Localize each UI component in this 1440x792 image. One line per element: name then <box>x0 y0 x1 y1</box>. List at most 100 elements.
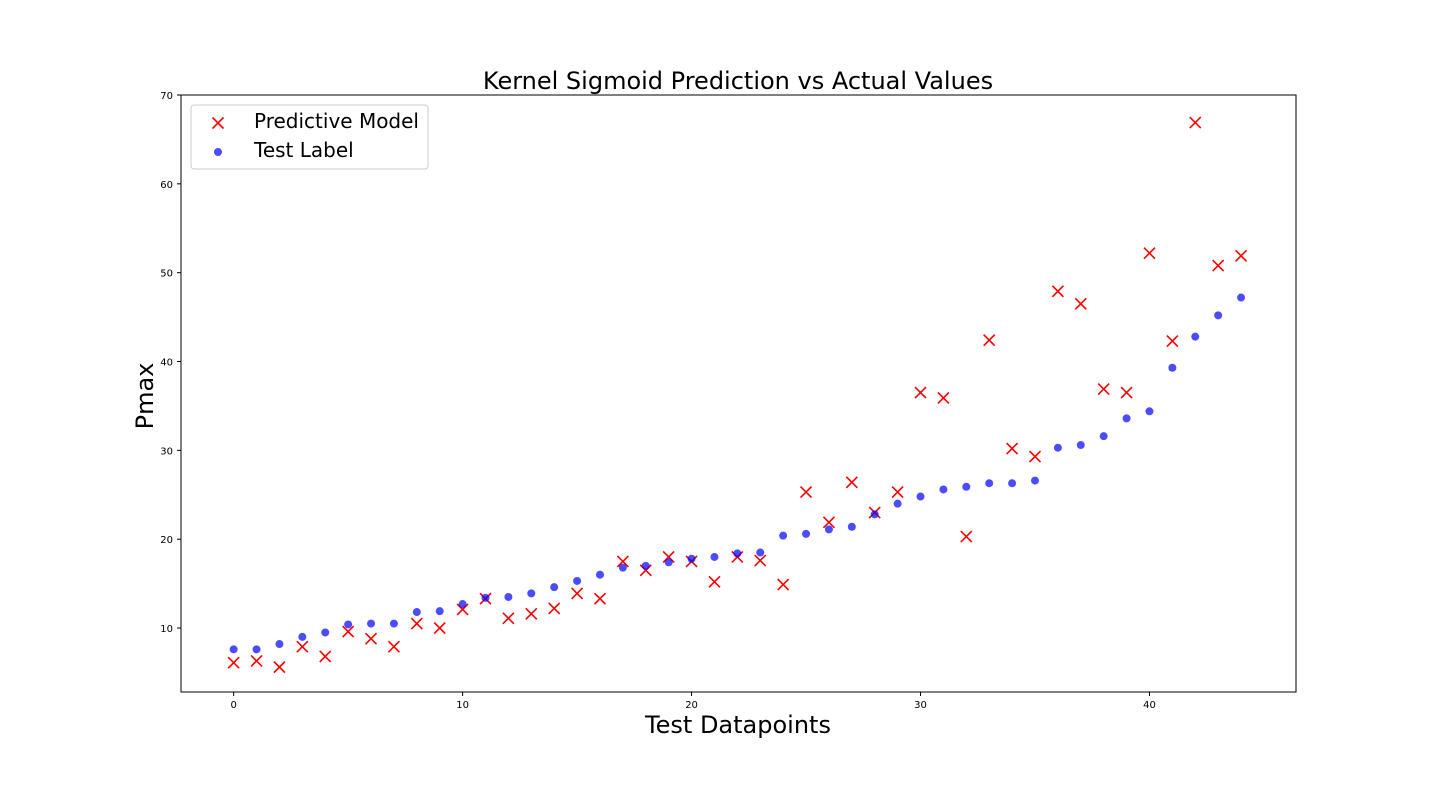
x-tick-label: 0 <box>230 700 236 711</box>
test-label-point <box>229 645 238 654</box>
test-label-point <box>573 576 582 585</box>
x-tick-label: 10 <box>456 700 469 711</box>
prediction-point <box>227 656 240 669</box>
prediction-point <box>1143 247 1156 260</box>
prediction-point <box>593 592 607 605</box>
test-label-point <box>321 628 330 637</box>
x-tick-label: 30 <box>914 700 927 711</box>
test-label-point <box>802 529 811 538</box>
y-tick-label: 20 <box>160 535 173 546</box>
test-label-point <box>893 499 902 508</box>
y-tick-label: 50 <box>160 269 173 280</box>
legend-label-predictive-model: Predictive Model <box>254 109 419 133</box>
axes-frame <box>180 94 1297 693</box>
test-label-point <box>756 548 765 557</box>
test-label-point <box>664 558 673 567</box>
test-label-point <box>458 600 467 609</box>
test-label-point <box>344 620 353 629</box>
test-label-point <box>1053 443 1062 452</box>
prediction-point <box>250 654 263 667</box>
x-axis-label: Test Datapoints <box>644 711 831 739</box>
legend: Predictive Model Test Label <box>190 104 429 170</box>
test-label-point <box>527 589 536 598</box>
test-label-point <box>1191 332 1200 341</box>
test-label-point <box>1099 432 1108 441</box>
prediction-point <box>914 386 927 399</box>
prediction-point <box>1051 285 1064 298</box>
y-tick-label: 40 <box>160 358 173 369</box>
test-label-point <box>779 531 788 540</box>
prediction-point <box>777 578 790 591</box>
test-label-point <box>733 549 742 558</box>
prediction-point <box>754 554 767 567</box>
prediction-point <box>845 476 858 489</box>
test-label-point <box>870 510 879 519</box>
scatter-chart: Kernel Sigmoid Prediction vs Actual Valu… <box>131 67 1297 739</box>
test-label-point <box>687 554 696 563</box>
test-label-point <box>1008 479 1017 488</box>
prediction-point <box>525 607 538 620</box>
test-label-point <box>504 592 513 601</box>
y-axis-ticks: 10 20 30 40 50 60 70 <box>160 91 181 635</box>
y-tick-label: 10 <box>160 624 173 635</box>
prediction-point <box>799 486 813 499</box>
prediction-point <box>1234 249 1248 262</box>
test-label-point <box>481 593 490 602</box>
legend-marker-test-label <box>214 148 222 156</box>
prediction-point <box>296 640 309 653</box>
test-label-point <box>1122 414 1131 423</box>
test-label-point <box>367 619 376 628</box>
prediction-point <box>364 632 378 645</box>
y-axis-label: Pmax <box>131 363 159 430</box>
prediction-point <box>1006 442 1019 455</box>
prediction-point <box>387 640 400 653</box>
prediction-point <box>708 575 721 588</box>
prediction-point <box>1189 116 1202 129</box>
prediction-point <box>937 391 950 405</box>
prediction-point <box>319 650 332 663</box>
plot-area <box>227 116 1248 674</box>
prediction-point <box>1120 386 1133 399</box>
x-tick-label: 40 <box>1143 700 1156 711</box>
test-label-point <box>435 607 444 616</box>
test-label-point <box>962 482 971 491</box>
prediction-point <box>571 587 584 600</box>
prediction-point <box>433 621 446 635</box>
x-tick-label: 20 <box>685 700 698 711</box>
prediction-point <box>1074 297 1087 310</box>
test-label-point <box>618 563 627 572</box>
prediction-point <box>1212 259 1225 272</box>
test-label-point <box>710 552 719 561</box>
prediction-point <box>1166 335 1179 348</box>
test-label-point <box>641 561 650 570</box>
test-label-point <box>412 608 421 617</box>
test-label-point <box>389 619 398 628</box>
test-label-point <box>1168 363 1177 372</box>
test-label-point <box>595 570 604 579</box>
test-label-point <box>550 583 559 592</box>
test-label-point <box>275 640 284 649</box>
y-tick-label: 30 <box>160 446 173 457</box>
test-label-point <box>916 492 925 501</box>
test-label-point <box>1145 407 1154 416</box>
prediction-point <box>983 334 996 347</box>
test-label-point <box>985 479 994 488</box>
chart-title: Kernel Sigmoid Prediction vs Actual Valu… <box>483 67 993 95</box>
test-label-point <box>1030 476 1039 485</box>
prediction-point <box>502 612 515 625</box>
x-axis-ticks: 0 10 20 30 40 <box>230 692 1156 711</box>
prediction-point <box>273 661 286 674</box>
test-label-point <box>1214 311 1223 320</box>
test-label-point <box>939 485 948 494</box>
test-label-point <box>824 525 833 534</box>
test-label-point <box>298 632 307 641</box>
prediction-point <box>891 486 904 499</box>
prediction-point <box>960 530 973 543</box>
prediction-point <box>548 602 561 615</box>
test-label-point <box>1076 441 1085 450</box>
prediction-point <box>1028 450 1042 463</box>
legend-label-test-label: Test Label <box>253 138 354 162</box>
y-tick-label: 60 <box>160 180 173 191</box>
test-label-point <box>252 645 261 654</box>
test-label-point <box>847 522 856 531</box>
